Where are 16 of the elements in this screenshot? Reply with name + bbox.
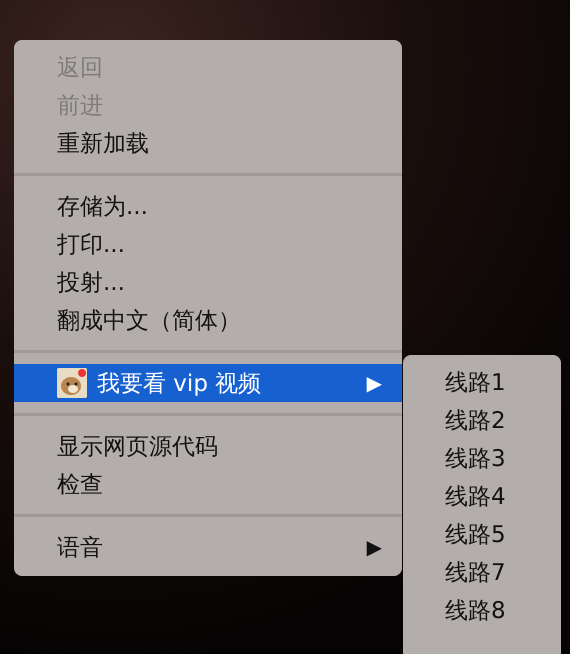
submenu-item[interactable]: 线路3 [403,439,561,477]
submenu-item[interactable]: 线路4 [403,477,561,515]
menu-item[interactable]: 翻成中文（简体） [14,301,402,339]
menu-item[interactable]: 我要看 vip 视频 ▶ [14,364,402,402]
menu-item[interactable]: 打印... [14,225,402,263]
submenu-item[interactable]: 线路7 [403,553,561,591]
submenu-item[interactable]: 线路5 [403,515,561,553]
menu-item[interactable]: 重新加载 [14,124,402,162]
menu-item[interactable]: 显示网页源代码 [14,427,402,465]
menu-item[interactable]: 存储为... [14,187,402,225]
menu-item[interactable]: 语音 ▶ [14,528,402,566]
submenu-item[interactable]: 线路2 [403,401,561,439]
submenu-item[interactable]: 线路8 [403,591,561,629]
submenu-item[interactable]: 线路1 [403,363,561,401]
menu-item[interactable]: 投射... [14,263,402,301]
menu-item[interactable]: 检查 [14,465,402,503]
